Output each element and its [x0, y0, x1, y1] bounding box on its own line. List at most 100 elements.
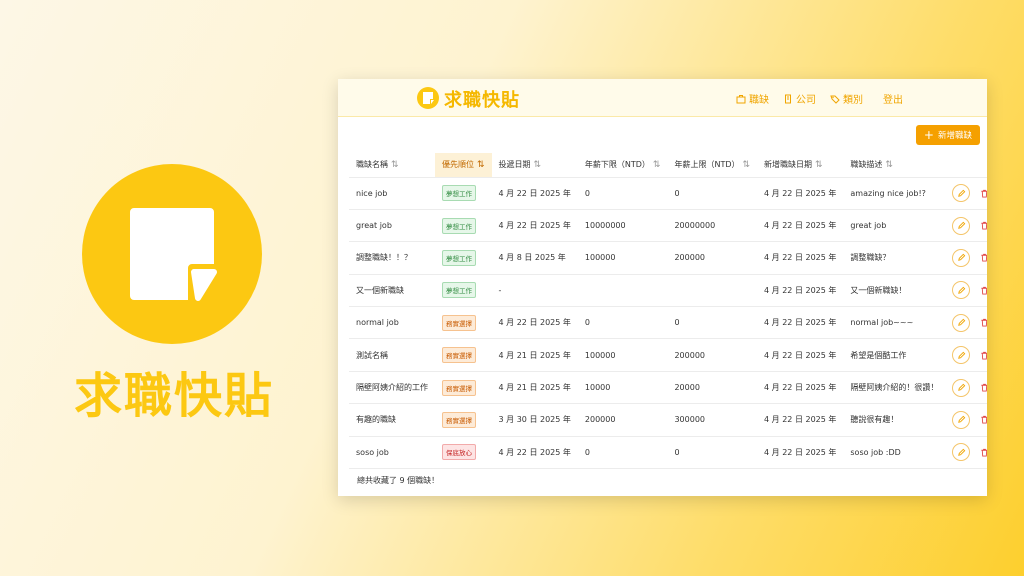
edit-button[interactable]: [952, 313, 971, 332]
delete-button[interactable]: [977, 251, 987, 265]
column-header-description[interactable]: 職缺描述 ⇅: [843, 153, 946, 178]
pencil-icon: [958, 286, 966, 294]
nav-jobs-label: 職缺: [749, 95, 769, 106]
nav-jobs[interactable]: 職缺: [736, 91, 769, 106]
salary-min-cell: 0: [577, 436, 668, 470]
add-job-button[interactable]: + 新增職缺: [915, 125, 980, 145]
delete-button[interactable]: [977, 445, 987, 459]
column-header-actions: [945, 153, 987, 178]
added-date-cell: 4 月 22 日 2025 年: [757, 209, 844, 243]
table-row[interactable]: great job 夢想工作 4 月 22 日 2025 年 10000000 …: [349, 209, 987, 243]
column-header-salary-min[interactable]: 年薪下限（NTD） ⇅: [577, 153, 668, 178]
column-header-priority[interactable]: 優先順位 ⇅: [435, 153, 492, 178]
applied-date-cell: 4 月 21 日 2025 年: [491, 371, 578, 405]
actions-cell: [945, 371, 987, 405]
logout-link[interactable]: 登出: [883, 91, 903, 106]
salary-max-cell: 200000: [667, 241, 758, 275]
table-row[interactable]: 有趣的職缺 務實選擇 3 月 30 日 2025 年 200000 300000…: [349, 403, 987, 437]
actions-cell: [945, 338, 987, 372]
delete-button[interactable]: [977, 316, 987, 330]
trash-icon: [981, 448, 987, 457]
description-cell: 調整職缺？: [843, 241, 946, 275]
main-nav: 職缺 公司 類別: [736, 91, 863, 106]
trash-icon: [981, 221, 987, 230]
sort-icon: ⇅: [652, 160, 661, 171]
edit-button[interactable]: [952, 346, 971, 365]
column-header-added-date[interactable]: 新增職缺日期 ⇅: [757, 153, 844, 178]
priority-badge: 保底放心: [442, 444, 476, 461]
salary-min-cell: 0: [577, 306, 668, 340]
priority-badge: 務實選擇: [442, 379, 476, 396]
edit-button[interactable]: [952, 443, 971, 462]
table-row[interactable]: 測試名稱 務實選擇 4 月 21 日 2025 年 100000 200000 …: [349, 338, 987, 372]
table-row[interactable]: 隔壁阿姨介紹的工作 務實選擇 4 月 21 日 2025 年 10000 200…: [349, 371, 987, 405]
applied-date-cell: -: [491, 274, 578, 308]
salary-max-cell: 0: [667, 306, 758, 340]
edit-button[interactable]: [952, 216, 971, 235]
added-date-cell: 4 月 22 日 2025 年: [757, 371, 844, 405]
delete-button[interactable]: [977, 283, 987, 297]
pencil-icon: [958, 351, 966, 359]
priority-badge: 夢想工作: [442, 217, 476, 234]
job-name-cell: 又一個新職缺: [349, 274, 435, 308]
column-header-applied-date[interactable]: 投遞日期 ⇅: [491, 153, 578, 178]
delete-button[interactable]: [977, 219, 987, 233]
salary-min-cell: 0: [577, 177, 668, 210]
jobs-table: 職缺名稱 ⇅ 優先順位 ⇅ 投遞日期 ⇅ 年薪下限（NTD） ⇅ 年薪上限（NTD） ⇅ …: [349, 153, 987, 470]
priority-cell: 務實選擇: [435, 338, 492, 372]
applied-date-cell: 4 月 22 日 2025 年: [491, 209, 578, 243]
actions-cell: [945, 403, 987, 437]
added-date-cell: 4 月 22 日 2025 年: [757, 338, 844, 372]
column-header-label: 年薪下限（NTD）: [584, 160, 650, 170]
plus-icon: +: [923, 128, 934, 142]
column-header-label: 新增職缺日期: [764, 160, 813, 170]
edit-button[interactable]: [952, 248, 971, 267]
job-name-cell: 有趣的職缺: [349, 403, 435, 437]
priority-badge: 夢想工作: [442, 282, 476, 299]
table-row[interactable]: soso job 保底放心 4 月 22 日 2025 年 0 0 4 月 22…: [349, 436, 987, 470]
actions-cell: [945, 436, 987, 470]
app-name[interactable]: 求職快貼: [444, 86, 520, 112]
priority-cell: 夢想工作: [435, 241, 492, 275]
column-header-label: 職缺名稱: [356, 160, 388, 170]
description-cell: 希望是個酷工作: [843, 338, 946, 372]
trash-icon: [981, 416, 987, 424]
table-row[interactable]: nice job 夢想工作 4 月 22 日 2025 年 0 0 4 月 22…: [349, 177, 987, 210]
priority-cell: 務實選擇: [435, 371, 492, 405]
salary-max-cell: 0: [667, 177, 758, 210]
trash-icon: [981, 189, 987, 198]
priority-badge: 務實選擇: [442, 314, 476, 331]
delete-button[interactable]: [977, 186, 987, 200]
salary-min-cell: 10000: [577, 371, 668, 405]
applied-date-cell: 3 月 30 日 2025 年: [491, 403, 578, 437]
delete-button[interactable]: [977, 381, 987, 395]
brand-title: 求職快貼: [73, 368, 274, 424]
trash-icon: [981, 254, 987, 263]
app-logo-icon[interactable]: [417, 87, 439, 109]
delete-button[interactable]: [977, 413, 987, 427]
description-cell: great job: [843, 209, 946, 243]
salary-max-cell: 0: [667, 436, 758, 470]
edit-button[interactable]: [952, 281, 971, 300]
job-name-cell: nice job: [349, 177, 435, 210]
column-header-label: 投遞日期: [498, 160, 531, 170]
delete-button[interactable]: [977, 348, 987, 362]
sort-icon: ⇅: [815, 160, 823, 171]
table-row[interactable]: 又一個新職缺 夢想工作 - 4 月 22 日 2025 年 又一個新職缺！: [349, 274, 987, 308]
nav-companies[interactable]: 公司: [783, 91, 816, 106]
priority-cell: 夢想工作: [435, 209, 492, 243]
brand-logo-icon: [82, 164, 262, 344]
column-header-salary-max[interactable]: 年薪上限（NTD） ⇅: [667, 153, 758, 178]
nav-categories[interactable]: 類別: [830, 91, 863, 106]
edit-button[interactable]: [952, 378, 971, 397]
edit-button[interactable]: [952, 410, 971, 429]
app-header: 求職快貼 職缺 公司 類別 登出: [338, 79, 987, 117]
column-header-name[interactable]: 職缺名稱 ⇅: [349, 153, 435, 178]
sort-icon: ⇅: [885, 160, 893, 171]
table-row[interactable]: normal job 務實選擇 4 月 22 日 2025 年 0 0 4 月 …: [349, 306, 987, 340]
table-row[interactable]: 調整職缺！！？ 夢想工作 4 月 8 日 2025 年 100000 20000…: [349, 241, 987, 275]
applied-date-cell: 4 月 21 日 2025 年: [491, 338, 578, 372]
table-header-row: 職缺名稱 ⇅ 優先順位 ⇅ 投遞日期 ⇅ 年薪下限（NTD） ⇅ 年薪上限（NTD） ⇅ …: [349, 153, 987, 178]
applied-date-cell: 4 月 22 日 2025 年: [491, 436, 578, 470]
edit-button[interactable]: [952, 184, 971, 203]
